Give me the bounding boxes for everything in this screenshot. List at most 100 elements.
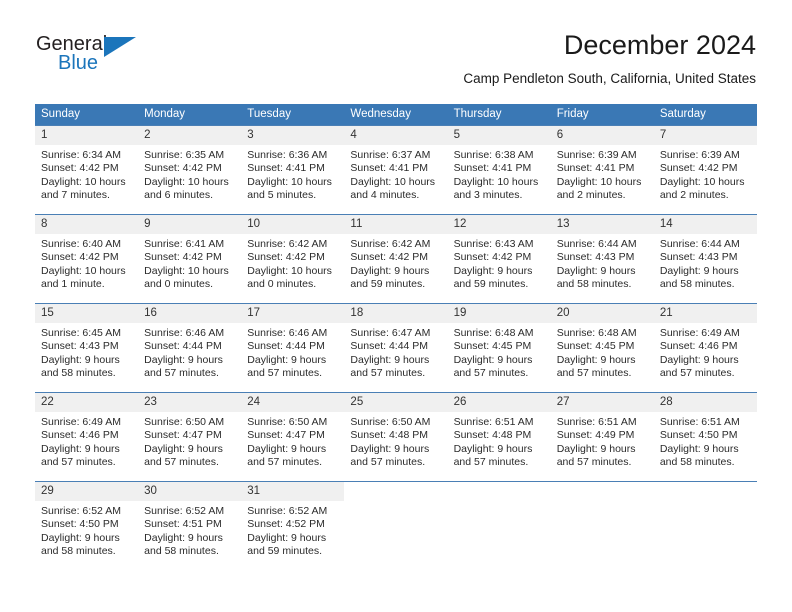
sunset-text: Sunset: 4:42 PM <box>453 251 532 264</box>
daylight-text-line2: and 57 minutes. <box>350 367 426 380</box>
daylight-text-line1: Daylight: 9 hours <box>659 442 739 455</box>
day-cell[interactable]: 1 Sunrise: 6:34 AM Sunset: 4:42 PM Dayli… <box>35 126 139 214</box>
sunrise-text: Sunrise: 6:45 AM <box>41 327 121 339</box>
day-details: Sunrise: 6:37 AM Sunset: 4:41 PM Dayligh… <box>344 145 447 203</box>
day-cell[interactable]: 30 Sunrise: 6:52 AM Sunset: 4:51 PM Dayl… <box>138 482 242 570</box>
day-cell[interactable]: 28 Sunrise: 6:51 AM Sunset: 4:50 PM Dayl… <box>653 393 757 481</box>
day-number: 19 <box>447 304 551 323</box>
day-cell[interactable]: 4 Sunrise: 6:37 AM Sunset: 4:41 PM Dayli… <box>344 126 448 214</box>
day-number: 24 <box>241 393 345 412</box>
daylight-text-line1: Daylight: 9 hours <box>453 353 533 366</box>
day-cell[interactable]: 19 Sunrise: 6:48 AM Sunset: 4:45 PM Dayl… <box>447 304 551 392</box>
sunset-text: Sunset: 4:43 PM <box>41 340 119 353</box>
daylight-text-line2: and 6 minutes. <box>144 189 214 202</box>
day-cell[interactable]: 29 Sunrise: 6:52 AM Sunset: 4:50 PM Dayl… <box>35 482 139 570</box>
day-cell[interactable]: 22 Sunrise: 6:49 AM Sunset: 4:46 PM Dayl… <box>35 393 139 481</box>
sunrise-text: Sunrise: 6:52 AM <box>144 505 225 517</box>
day-cell[interactable]: 14 Sunrise: 6:44 AM Sunset: 4:43 PM Dayl… <box>653 215 757 303</box>
daylight-text-line1: Daylight: 9 hours <box>556 442 636 455</box>
day-details: Sunrise: 6:52 AM Sunset: 4:51 PM Dayligh… <box>138 501 241 559</box>
sunrise-text: Sunrise: 6:46 AM <box>247 327 328 339</box>
day-details: Sunrise: 6:34 AM Sunset: 4:42 PM Dayligh… <box>35 145 138 203</box>
daylight-text-line2: and 57 minutes. <box>556 367 632 380</box>
day-cell[interactable]: 18 Sunrise: 6:47 AM Sunset: 4:44 PM Dayl… <box>344 304 448 392</box>
day-details: Sunrise: 6:39 AM Sunset: 4:42 PM Dayligh… <box>654 145 757 203</box>
weekday-header-sunday: Sunday <box>41 108 81 120</box>
daylight-text-line2: and 57 minutes. <box>453 456 529 469</box>
day-cell-empty <box>344 482 447 570</box>
sunrise-text: Sunrise: 6:50 AM <box>350 416 431 428</box>
day-details: Sunrise: 6:47 AM Sunset: 4:44 PM Dayligh… <box>344 323 447 381</box>
day-cell[interactable]: 3 Sunrise: 6:36 AM Sunset: 4:41 PM Dayli… <box>241 126 345 214</box>
sunrise-text: Sunrise: 6:48 AM <box>556 327 637 339</box>
sunrise-text: Sunrise: 6:49 AM <box>41 416 121 428</box>
sunset-text: Sunset: 4:50 PM <box>659 429 738 442</box>
weekday-header-monday: Monday <box>144 108 186 120</box>
day-cell[interactable]: 5 Sunrise: 6:38 AM Sunset: 4:41 PM Dayli… <box>447 126 551 214</box>
day-number <box>654 482 757 501</box>
day-cell[interactable]: 27 Sunrise: 6:51 AM Sunset: 4:49 PM Dayl… <box>550 393 654 481</box>
day-cell[interactable]: 23 Sunrise: 6:50 AM Sunset: 4:47 PM Dayl… <box>138 393 242 481</box>
week-row: 15 Sunrise: 6:45 AM Sunset: 4:43 PM Dayl… <box>35 303 757 392</box>
daylight-text-line1: Daylight: 9 hours <box>659 264 739 277</box>
day-cell[interactable]: 24 Sunrise: 6:50 AM Sunset: 4:47 PM Dayl… <box>241 393 345 481</box>
sunrise-text: Sunrise: 6:37 AM <box>350 149 431 161</box>
day-cell[interactable]: 10 Sunrise: 6:42 AM Sunset: 4:42 PM Dayl… <box>241 215 345 303</box>
sunset-text: Sunset: 4:45 PM <box>453 340 532 353</box>
daylight-text-line2: and 57 minutes. <box>144 456 219 469</box>
day-cell[interactable]: 6 Sunrise: 6:39 AM Sunset: 4:41 PM Dayli… <box>550 126 654 214</box>
day-cell[interactable]: 8 Sunrise: 6:40 AM Sunset: 4:42 PM Dayli… <box>35 215 139 303</box>
day-cell[interactable]: 21 Sunrise: 6:49 AM Sunset: 4:46 PM Dayl… <box>653 304 757 392</box>
day-number: 31 <box>241 482 345 501</box>
sunrise-text: Sunrise: 6:49 AM <box>659 327 740 339</box>
day-details: Sunrise: 6:44 AM Sunset: 4:43 PM Dayligh… <box>654 234 757 292</box>
day-number: 11 <box>344 215 448 234</box>
daylight-text-line2: and 58 minutes. <box>556 278 632 291</box>
day-details: Sunrise: 6:40 AM Sunset: 4:42 PM Dayligh… <box>35 234 138 292</box>
day-number: 3 <box>241 126 345 145</box>
day-cell[interactable]: 15 Sunrise: 6:45 AM Sunset: 4:43 PM Dayl… <box>35 304 139 392</box>
day-details: Sunrise: 6:48 AM Sunset: 4:45 PM Dayligh… <box>448 323 551 381</box>
day-cell[interactable]: 25 Sunrise: 6:50 AM Sunset: 4:48 PM Dayl… <box>344 393 448 481</box>
sunset-text: Sunset: 4:43 PM <box>556 251 635 264</box>
day-cell[interactable]: 16 Sunrise: 6:46 AM Sunset: 4:44 PM Dayl… <box>138 304 242 392</box>
page-title: December 2024 <box>563 30 756 60</box>
daylight-text-line1: Daylight: 9 hours <box>350 264 430 277</box>
day-cell[interactable]: 9 Sunrise: 6:41 AM Sunset: 4:42 PM Dayli… <box>138 215 242 303</box>
day-cell[interactable]: 20 Sunrise: 6:48 AM Sunset: 4:45 PM Dayl… <box>550 304 654 392</box>
day-details: Sunrise: 6:50 AM Sunset: 4:47 PM Dayligh… <box>241 412 344 470</box>
day-number: 6 <box>550 126 654 145</box>
day-number: 15 <box>35 304 139 323</box>
day-cell[interactable]: 2 Sunrise: 6:35 AM Sunset: 4:42 PM Dayli… <box>138 126 242 214</box>
day-number: 20 <box>550 304 654 323</box>
sunset-text: Sunset: 4:42 PM <box>41 162 119 175</box>
sunrise-text: Sunrise: 6:44 AM <box>556 238 637 250</box>
general-blue-logo[interactable]: General Blue <box>36 33 156 81</box>
daylight-text-line1: Daylight: 9 hours <box>41 353 120 366</box>
daylight-text-line2: and 58 minutes. <box>41 367 116 380</box>
day-cell[interactable]: 13 Sunrise: 6:44 AM Sunset: 4:43 PM Dayl… <box>550 215 654 303</box>
day-cell[interactable]: 11 Sunrise: 6:42 AM Sunset: 4:42 PM Dayl… <box>344 215 448 303</box>
sunrise-text: Sunrise: 6:50 AM <box>247 416 328 428</box>
day-details: Sunrise: 6:45 AM Sunset: 4:43 PM Dayligh… <box>35 323 138 381</box>
weekday-header-row: Sunday Monday Tuesday Wednesday Thursday… <box>35 104 757 125</box>
logo-triangle-icon <box>104 37 136 57</box>
week-row: 8 Sunrise: 6:40 AM Sunset: 4:42 PM Dayli… <box>35 214 757 303</box>
sunrise-text: Sunrise: 6:47 AM <box>350 327 431 339</box>
sunset-text: Sunset: 4:43 PM <box>659 251 738 264</box>
daylight-text-line2: and 57 minutes. <box>350 456 426 469</box>
day-details: Sunrise: 6:49 AM Sunset: 4:46 PM Dayligh… <box>654 323 757 381</box>
sunrise-text: Sunrise: 6:38 AM <box>453 149 534 161</box>
day-number: 8 <box>35 215 139 234</box>
day-cell[interactable]: 17 Sunrise: 6:46 AM Sunset: 4:44 PM Dayl… <box>241 304 345 392</box>
daylight-text-line1: Daylight: 9 hours <box>41 531 120 544</box>
day-cell[interactable]: 26 Sunrise: 6:51 AM Sunset: 4:48 PM Dayl… <box>447 393 551 481</box>
day-cell[interactable]: 31 Sunrise: 6:52 AM Sunset: 4:52 PM Dayl… <box>241 482 345 570</box>
daylight-text-line1: Daylight: 10 hours <box>247 175 332 188</box>
sunset-text: Sunset: 4:41 PM <box>453 162 532 175</box>
day-cell[interactable]: 7 Sunrise: 6:39 AM Sunset: 4:42 PM Dayli… <box>653 126 757 214</box>
day-cell[interactable]: 12 Sunrise: 6:43 AM Sunset: 4:42 PM Dayl… <box>447 215 551 303</box>
day-number: 30 <box>138 482 242 501</box>
day-number: 28 <box>653 393 757 412</box>
sunset-text: Sunset: 4:47 PM <box>144 429 222 442</box>
